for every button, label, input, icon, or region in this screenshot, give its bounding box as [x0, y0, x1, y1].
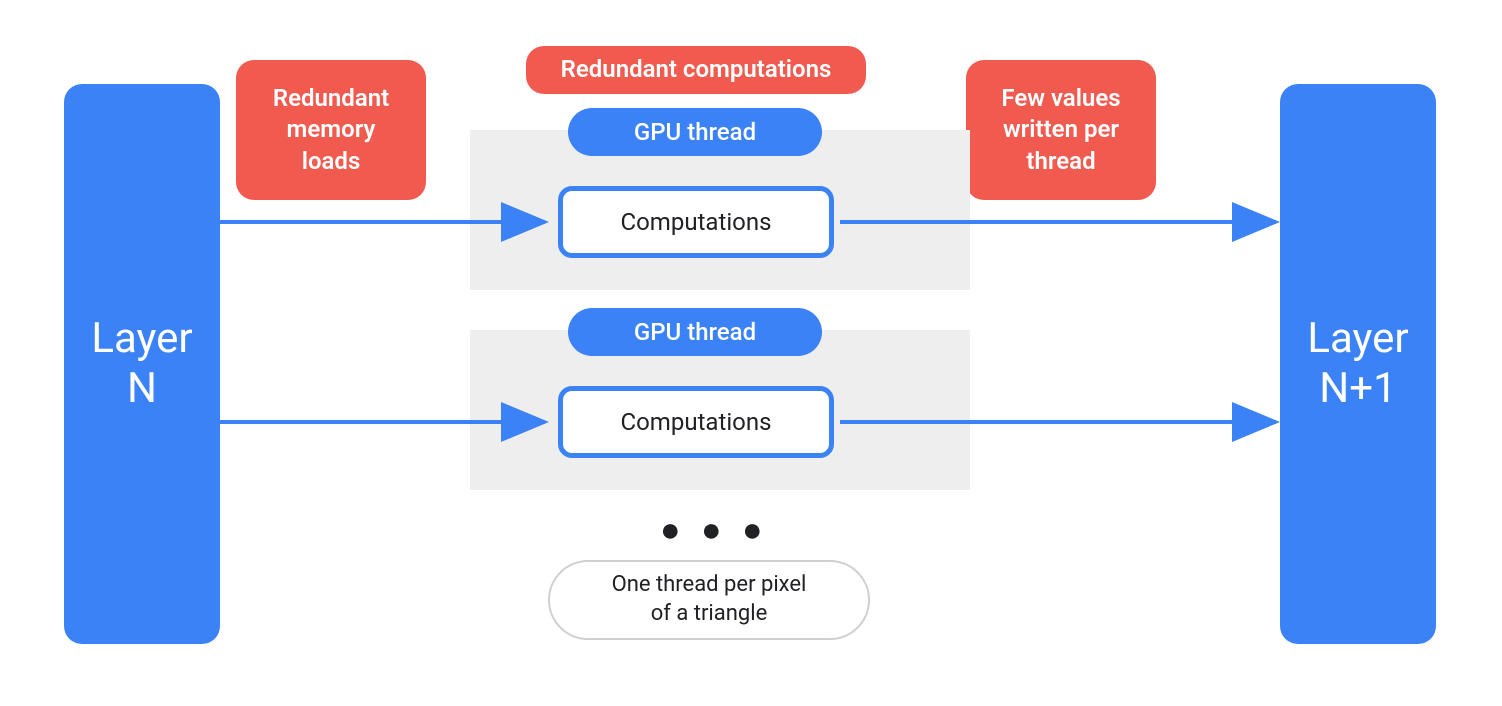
layer-n-label: Layer N — [91, 314, 192, 415]
gpu-thread-pill-1: GPU thread — [568, 108, 822, 156]
callout-redundant-memory-text: Redundant memory loads — [273, 83, 389, 177]
footnote-text: One thread per pixel of a triangle — [612, 571, 807, 628]
callout-redundant-computations-text: Redundant computations — [561, 54, 832, 85]
callout-few-values: Few values written per thread — [966, 60, 1156, 200]
computations-box-1: Computations — [558, 186, 834, 258]
callout-redundant-memory: Redundant memory loads — [236, 60, 426, 200]
computations-box-2: Computations — [558, 386, 834, 458]
layer-n-box: Layer N — [64, 84, 220, 644]
ellipsis-dots: ● ● ● — [660, 510, 769, 550]
computations-box-2-text: Computations — [621, 408, 772, 436]
layer-n1-box: Layer N+1 — [1280, 84, 1436, 644]
ellipsis-text: ● ● ● — [660, 510, 769, 550]
gpu-thread-pill-2-text: GPU thread — [634, 318, 756, 346]
callout-few-values-text: Few values written per thread — [1001, 83, 1120, 177]
gpu-thread-pill-1-text: GPU thread — [634, 118, 756, 146]
callout-redundant-computations: Redundant computations — [526, 46, 866, 94]
footnote-pill: One thread per pixel of a triangle — [548, 560, 870, 640]
layer-n1-label: Layer N+1 — [1307, 314, 1408, 415]
computations-box-1-text: Computations — [621, 208, 772, 236]
gpu-thread-pill-2: GPU thread — [568, 308, 822, 356]
